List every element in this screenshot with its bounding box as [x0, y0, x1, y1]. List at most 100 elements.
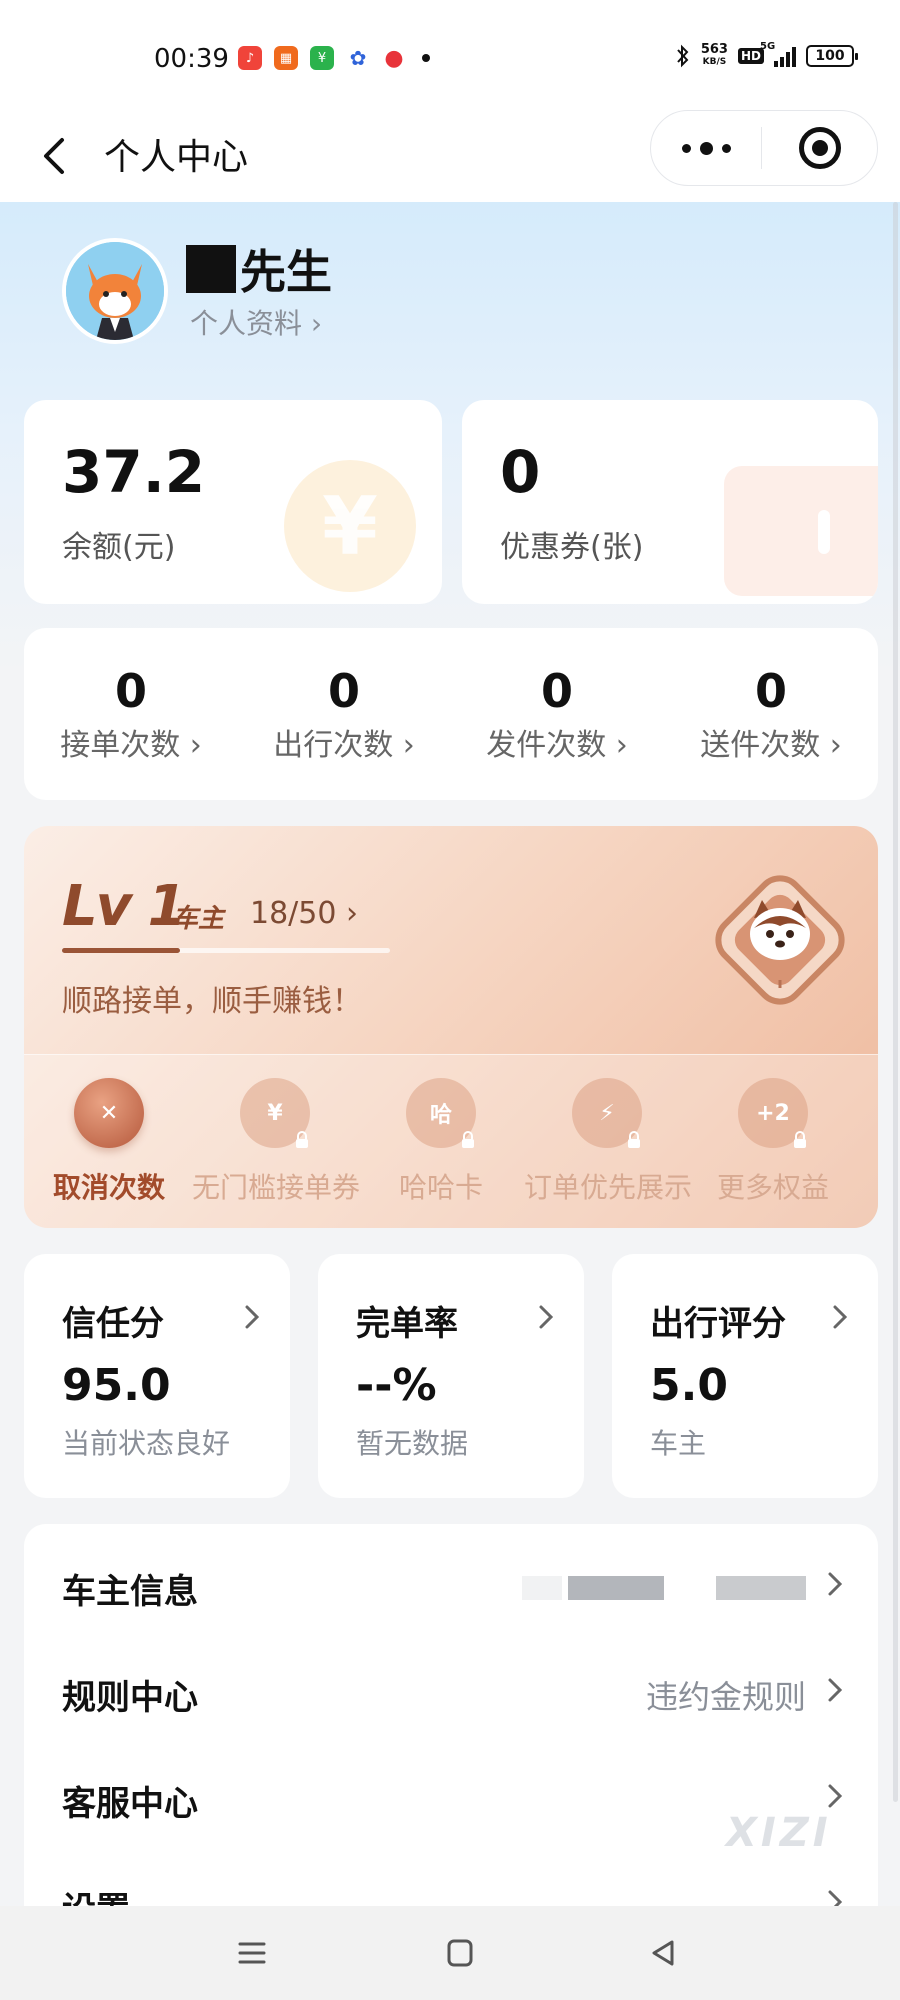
store-app-icon: ▦ — [274, 46, 298, 70]
perk-label: 取消次数 — [52, 1171, 165, 1204]
coupon-label: 优惠券(张) — [500, 530, 644, 565]
signal-icon: 5G — [760, 41, 796, 67]
level-slogan: 顺路接单，顺手赚钱！ — [62, 984, 362, 1019]
trust-score-card[interactable]: 信任分 95.0 当前状态良好 — [24, 1254, 290, 1498]
metric-subtitle: 暂无数据 — [356, 1427, 469, 1460]
status-bar: 00:39 ♪ ▦ ¥ ✿ ● 563 KB/S HD 5G 100 — [0, 0, 900, 110]
stat-value: 0 — [540, 664, 573, 718]
list-item-owner-info[interactable]: 车主信息 — [24, 1534, 878, 1638]
level-card[interactable]: Lv 1 车主 18/50 › 顺路接单，顺手赚钱！ ✕ 取消次数 ¥ 无门槛接… — [24, 826, 878, 1228]
list-item-rules-center[interactable]: 规则中心 违约金规则 — [24, 1640, 878, 1744]
mini-program-capsule — [650, 110, 878, 186]
stat-shipments-sent[interactable]: 0 发件次数 › — [450, 628, 664, 800]
target-icon — [798, 127, 841, 169]
chevron-right-icon — [828, 1784, 843, 1808]
row-label: 规则中心 — [62, 1678, 198, 1718]
bluetooth-icon — [677, 44, 689, 68]
close-mini-program-button[interactable] — [762, 110, 877, 186]
row-label: 客服中心 — [62, 1784, 198, 1824]
coupon-ticket-icon — [724, 466, 878, 596]
record-app-icon: ● — [384, 45, 404, 71]
husky-mascot-icon — [715, 875, 845, 1005]
system-navigation-bar — [0, 1906, 900, 2000]
trip-rating-card[interactable]: 出行评分 5.0 车主 — [612, 1254, 878, 1498]
stat-trips[interactable]: 0 出行次数 › — [237, 628, 451, 800]
user-name-text: 先生 — [240, 245, 332, 299]
profile-link[interactable]: 个人资料 › — [190, 302, 322, 342]
more-options-button[interactable] — [651, 110, 761, 186]
network-speed: 563 KB/S — [701, 43, 728, 68]
perk-label: 哈哈卡 — [398, 1171, 483, 1204]
perk-label: 更多权益 — [716, 1171, 829, 1204]
perk-priority-display[interactable]: ⚡ 订单优先展示 — [524, 1078, 693, 1206]
stat-value: 0 — [327, 664, 360, 718]
level-progress-fill — [62, 948, 181, 953]
perk-label: 订单优先展示 — [524, 1171, 693, 1204]
perk-glyph: ✕ — [99, 1100, 119, 1126]
perk-glyph: ¥ — [267, 1100, 283, 1126]
fox-avatar-icon — [66, 242, 164, 340]
page-title: 个人中心 — [104, 137, 249, 178]
completion-rate-card[interactable]: 完单率 --% 暂无数据 — [318, 1254, 584, 1498]
lock-icon — [296, 1131, 308, 1148]
battery-icon: 100 — [806, 45, 858, 67]
back-button[interactable] — [34, 130, 74, 182]
perk-cancel-count[interactable]: ✕ 取消次数 — [26, 1078, 192, 1206]
row-value: 违约金规则 — [645, 1678, 806, 1716]
chevron-right-icon — [539, 1305, 554, 1329]
balance-value: 37.2 — [62, 438, 206, 506]
perk-haha-card[interactable]: 哈 哈哈卡 — [358, 1078, 524, 1206]
metric-title: 完单率 — [356, 1304, 458, 1344]
metric-title: 出行评分 — [650, 1304, 786, 1344]
stat-label: 出行次数 › — [273, 728, 415, 763]
yuan-symbol: ¥ — [322, 479, 378, 573]
perk-more-benefits[interactable]: +2 更多权益 — [690, 1078, 856, 1206]
more-notifications-icon — [422, 54, 430, 62]
avatar[interactable] — [62, 238, 168, 344]
chevron-right-icon — [833, 1305, 848, 1329]
back-triangle-icon[interactable] — [644, 1936, 684, 1970]
plus-two-icon: +2 — [738, 1078, 808, 1148]
coupon-card[interactable]: 0 优惠券(张) — [462, 400, 878, 604]
balance-card[interactable]: ¥ 37.2 余额(元) — [24, 400, 442, 604]
watermark: XIZI — [726, 1810, 832, 1856]
stat-value: 0 — [754, 664, 787, 718]
metric-subtitle: 当前状态良好 — [62, 1427, 231, 1460]
net-speed-unit: KB/S — [702, 57, 727, 67]
stat-label: 发件次数 › — [486, 728, 628, 763]
clipboard-cancel-icon: ✕ — [74, 1078, 144, 1148]
coupon-count: 0 — [500, 438, 541, 506]
perk-no-threshold-coupon[interactable]: ¥ 无门槛接单券 — [192, 1078, 361, 1206]
level-progress-bar — [62, 948, 390, 953]
lock-icon — [794, 1131, 806, 1148]
music-app-icon: ♪ — [238, 46, 262, 70]
home-icon[interactable] — [440, 1936, 480, 1970]
metric-value: 95.0 — [62, 1360, 171, 1411]
metric-value: --% — [356, 1360, 437, 1411]
metric-subtitle: 车主 — [650, 1427, 707, 1460]
lock-icon — [462, 1131, 474, 1148]
ticket-icon: ¥ — [240, 1078, 310, 1148]
menu-icon[interactable] — [232, 1936, 272, 1970]
diamond-bolt-icon: ⚡ — [572, 1078, 642, 1148]
metric-title: 信任分 — [62, 1304, 164, 1344]
scrollbar[interactable] — [893, 202, 898, 1802]
name-redaction — [186, 245, 236, 293]
chevron-right-icon — [828, 1572, 843, 1596]
haha-card-icon: 哈 — [406, 1078, 476, 1148]
lock-icon — [628, 1131, 640, 1148]
back-arrow-icon — [44, 138, 64, 174]
perk-label: 无门槛接单券 — [192, 1171, 361, 1204]
perk-glyph: +2 — [756, 1100, 790, 1126]
wallet-app-icon: ¥ — [310, 46, 334, 70]
metric-value: 5.0 — [650, 1360, 728, 1411]
paw-app-icon: ✿ — [349, 46, 367, 70]
stat-accepted-orders[interactable]: 0 接单次数 › — [24, 628, 238, 800]
stat-deliveries[interactable]: 0 送件次数 › — [664, 628, 878, 800]
level-progress-text[interactable]: 18/50 › — [250, 896, 358, 931]
coupon-ticket-mark — [818, 510, 830, 554]
level-badge: Lv 1 — [62, 874, 187, 939]
perk-glyph: 哈 — [429, 1103, 452, 1128]
stat-label: 送件次数 › — [700, 728, 842, 763]
masked-owner-info — [522, 1576, 806, 1600]
